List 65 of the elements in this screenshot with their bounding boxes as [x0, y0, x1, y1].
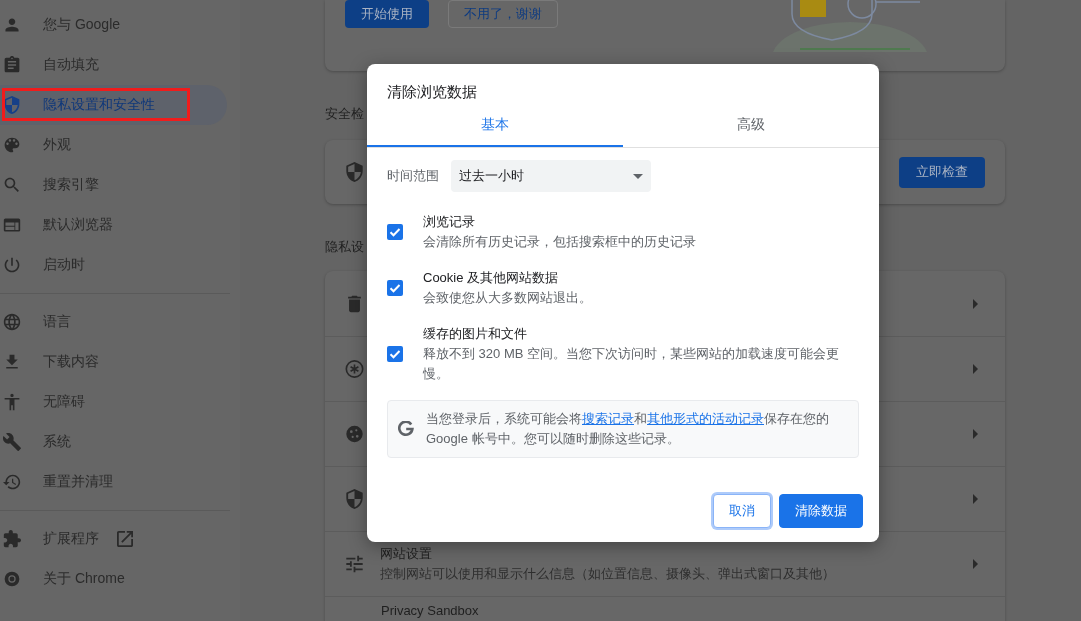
time-range-select[interactable]: 过去一小时 [451, 160, 651, 192]
accessibility-icon [3, 393, 21, 411]
check-now-button[interactable]: 立即检查 [899, 156, 985, 188]
person-icon [3, 16, 21, 34]
sidebar-item[interactable]: 外观 [0, 125, 227, 165]
cancel-button[interactable]: 取消 [713, 494, 771, 528]
caret-right-icon[interactable] [973, 559, 978, 569]
globe-icon [3, 313, 21, 331]
sidebar-item[interactable]: 启动时 [0, 245, 227, 285]
tab[interactable]: 高级 [623, 105, 879, 147]
sidebar-item[interactable]: 您与 Google [0, 5, 227, 45]
sidebar-item[interactable]: 默认浏览器 [0, 205, 227, 245]
palette-icon [3, 136, 21, 154]
g-logo-icon [398, 421, 414, 437]
setting-title: Privacy Sandbox [381, 603, 479, 619]
circle-logo-icon [3, 570, 21, 588]
wrench-icon [3, 433, 21, 451]
sidebar-item[interactable]: 自动填充 [0, 45, 227, 85]
sidebar-item[interactable]: 无障碍 [0, 382, 227, 422]
sidebar-item[interactable]: 系统 [0, 422, 227, 462]
tab[interactable]: 基本 [367, 105, 623, 147]
option-description: 会致使您从大多数网站退出。 [423, 289, 593, 307]
field-label: 时间范围 [387, 167, 439, 185]
dialog-title: 清除浏览数据 [386, 82, 478, 102]
caret-right-icon[interactable] [973, 429, 978, 439]
option-title: Cookie 及其他网站数据 [423, 269, 559, 287]
shield-icon [345, 489, 364, 509]
option-title: 浏览记录 [423, 213, 475, 231]
promo-button[interactable]: 开始使用 [345, 0, 429, 28]
option-description: 释放不到 320 MB 空间。当您下次访问时，某些网站的加载速度可能会更慢。 [423, 345, 841, 383]
checkbox[interactable] [387, 346, 403, 362]
shield-icon [3, 96, 21, 114]
caret-right-icon[interactable] [973, 364, 978, 374]
external-link-icon[interactable] [117, 531, 133, 547]
asterisk-circle-icon [345, 359, 364, 379]
checkbox[interactable] [387, 224, 403, 240]
clear-data-button[interactable]: 清除数据 [779, 494, 863, 528]
caret-icon [633, 173, 643, 179]
browser-window-icon [3, 216, 21, 234]
link[interactable]: 搜索记录 [582, 411, 634, 426]
promo-button[interactable]: 不用了，谢谢 [448, 0, 558, 28]
cookie-icon [345, 424, 364, 444]
sidebar-item[interactable]: 隐私设置和安全性 [0, 85, 227, 125]
info-text: 当您登录后，系统可能会将搜索记录和其他形式的活动记录保存在您的 Google 帐号中。您可以随时删除这些记录。 [426, 410, 830, 448]
puzzle-icon [3, 530, 21, 548]
link[interactable]: 其他形式的活动记录 [647, 411, 764, 426]
caret-right-icon[interactable] [973, 298, 978, 309]
sidebar-item[interactable]: 语言 [0, 302, 227, 342]
power-icon [3, 256, 21, 274]
trash-icon [345, 293, 364, 314]
sidebar-item[interactable]: 扩展程序 [0, 519, 227, 559]
history-icon [3, 473, 21, 491]
section-heading: 安全检 [325, 105, 364, 123]
sidebar-item[interactable]: 搜索引擎 [0, 165, 227, 205]
clipboard-icon [3, 56, 21, 74]
option-description: 会清除所有历史记录，包括搜索框中的历史记录 [423, 233, 697, 251]
download-icon [3, 353, 21, 371]
search-icon [3, 176, 21, 194]
sliders-icon [345, 554, 364, 574]
section-heading: 隐私设 [325, 238, 364, 256]
shield-icon [345, 162, 364, 182]
setting-title: 网站设置 [380, 545, 432, 563]
caret-right-icon[interactable] [973, 494, 978, 504]
option-title: 缓存的图片和文件 [423, 325, 527, 343]
checkbox[interactable] [387, 280, 403, 296]
